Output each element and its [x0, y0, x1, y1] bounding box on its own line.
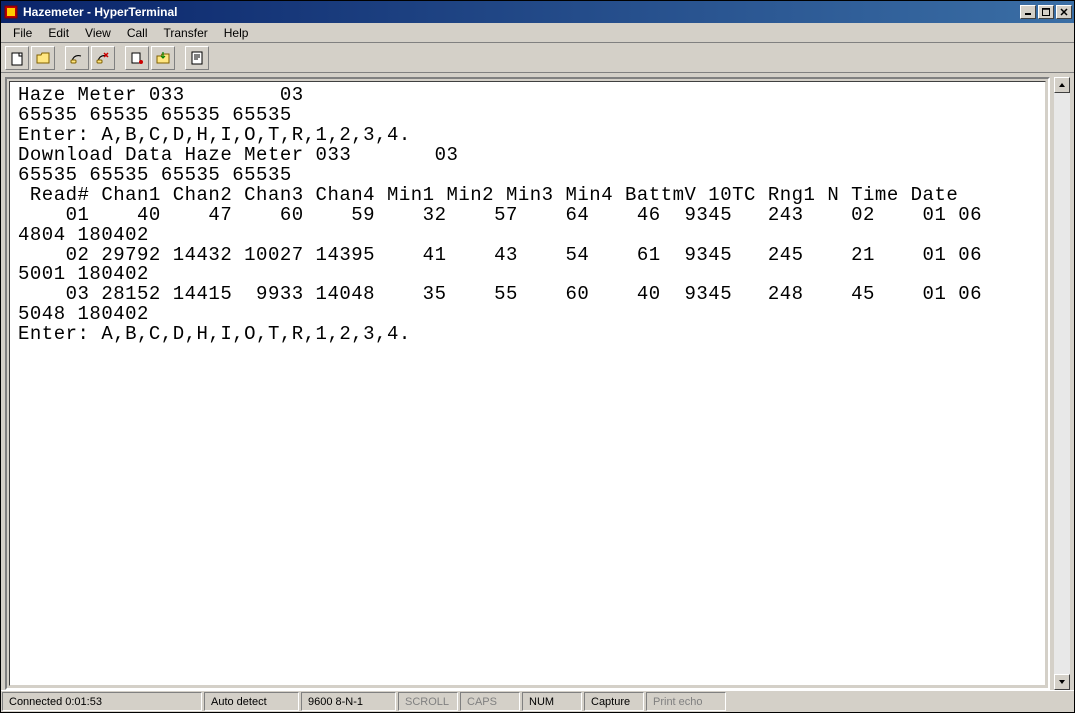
window-controls — [1020, 5, 1072, 19]
send-button[interactable] — [125, 46, 149, 70]
maximize-button[interactable] — [1038, 5, 1054, 19]
scroll-up-button[interactable] — [1054, 77, 1070, 93]
status-scroll: SCROLL — [398, 692, 458, 711]
status-settings: 9600 8-N-1 — [301, 692, 396, 711]
status-auto-detect: Auto detect — [204, 692, 299, 711]
menu-view[interactable]: View — [77, 24, 119, 42]
toolbar-separator — [117, 46, 123, 70]
menubar: File Edit View Call Transfer Help — [1, 23, 1074, 43]
statusbar: Connected 0:01:53 Auto detect 9600 8-N-1… — [1, 690, 1074, 712]
properties-button[interactable] — [185, 46, 209, 70]
close-button[interactable] — [1056, 5, 1072, 19]
minimize-button[interactable] — [1020, 5, 1036, 19]
menu-file[interactable]: File — [5, 24, 40, 42]
scroll-track[interactable] — [1054, 93, 1070, 674]
disconnect-button[interactable] — [91, 46, 115, 70]
toolbar — [1, 43, 1074, 73]
connect-button[interactable] — [65, 46, 89, 70]
scroll-down-button[interactable] — [1054, 674, 1070, 690]
titlebar: Hazemeter - HyperTerminal — [1, 1, 1074, 23]
status-capture: Capture — [584, 692, 644, 711]
app-icon — [3, 4, 19, 20]
app-window: Hazemeter - HyperTerminal File Edit View… — [0, 0, 1075, 713]
menu-edit[interactable]: Edit — [40, 24, 77, 42]
window-title: Hazemeter - HyperTerminal — [23, 5, 1020, 19]
status-filler — [727, 691, 1074, 712]
open-button[interactable] — [31, 46, 55, 70]
status-num: NUM — [522, 692, 582, 711]
menu-transfer[interactable]: Transfer — [156, 24, 216, 42]
menu-help[interactable]: Help — [216, 24, 257, 42]
receive-button[interactable] — [151, 46, 175, 70]
new-connection-button[interactable] — [5, 46, 29, 70]
status-print-echo: Print echo — [646, 692, 726, 711]
menu-call[interactable]: Call — [119, 24, 156, 42]
toolbar-separator — [57, 46, 63, 70]
toolbar-separator — [177, 46, 183, 70]
terminal-container: Haze Meter 033 03 65535 65535 65535 6553… — [1, 73, 1054, 690]
vertical-scrollbar[interactable] — [1054, 77, 1070, 690]
status-caps: CAPS — [460, 692, 520, 711]
terminal-output[interactable]: Haze Meter 033 03 65535 65535 65535 6553… — [10, 82, 1045, 349]
status-connected: Connected 0:01:53 — [2, 692, 202, 711]
